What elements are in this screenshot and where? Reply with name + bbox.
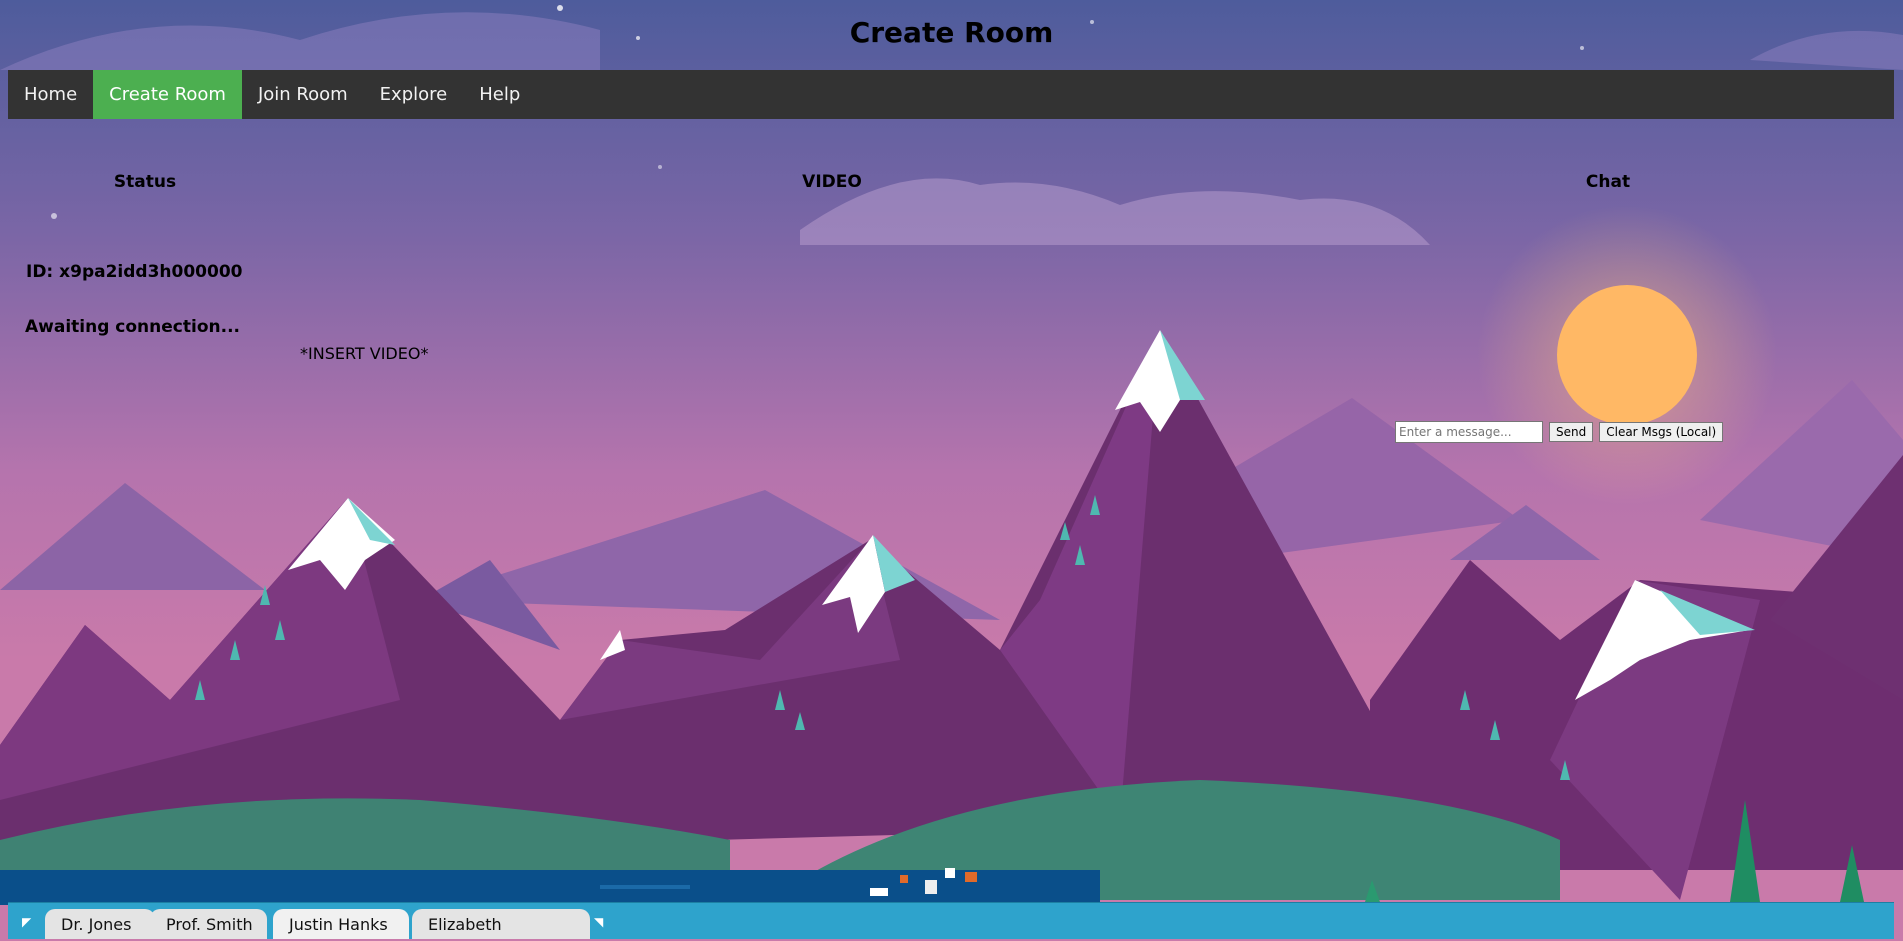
chat-column-heading: Chat <box>1585 172 1631 192</box>
nav-join-room-link[interactable]: Join Room <box>242 70 364 119</box>
participant-tab[interactable]: Prof. Smith <box>150 909 267 939</box>
chat-message-input[interactable] <box>1395 421 1543 443</box>
video-placeholder: *INSERT VIDEO* <box>300 344 429 363</box>
top-navigation-bar: Home Create Room Join Room Explore Help <box>8 70 1894 119</box>
participant-tab[interactable]: Elizabeth <box>412 909 590 939</box>
participant-tab-bar: ◤ Dr. Jones Prof. Smith Justin Hanks Eli… <box>8 902 1894 939</box>
send-button[interactable]: Send <box>1549 422 1594 442</box>
nav-create-room-link[interactable]: Create Room <box>93 70 242 119</box>
participant-tab-selected[interactable]: Justin Hanks <box>273 909 409 939</box>
scroll-left-icon[interactable]: ◤ <box>22 915 31 929</box>
scroll-right-icon[interactable]: ◥ <box>594 915 603 929</box>
nav-explore-link[interactable]: Explore <box>364 70 464 119</box>
video-column-heading: VIDEO <box>802 172 862 192</box>
room-id-text: ID: x9pa2idd3h000000 <box>26 262 243 282</box>
nav-home-link[interactable]: Home <box>8 70 93 119</box>
mountain-landscape-background <box>0 0 1903 941</box>
participant-tab[interactable]: Dr. Jones <box>45 909 155 939</box>
chat-controls: Send Clear Msgs (Local) <box>1395 421 1724 443</box>
page-title: Create Room <box>849 16 1054 49</box>
connection-status-text: Awaiting connection... <box>25 317 240 337</box>
nav-help-link[interactable]: Help <box>463 70 536 119</box>
status-column-heading: Status <box>113 172 177 192</box>
clear-messages-button[interactable]: Clear Msgs (Local) <box>1599 422 1724 442</box>
